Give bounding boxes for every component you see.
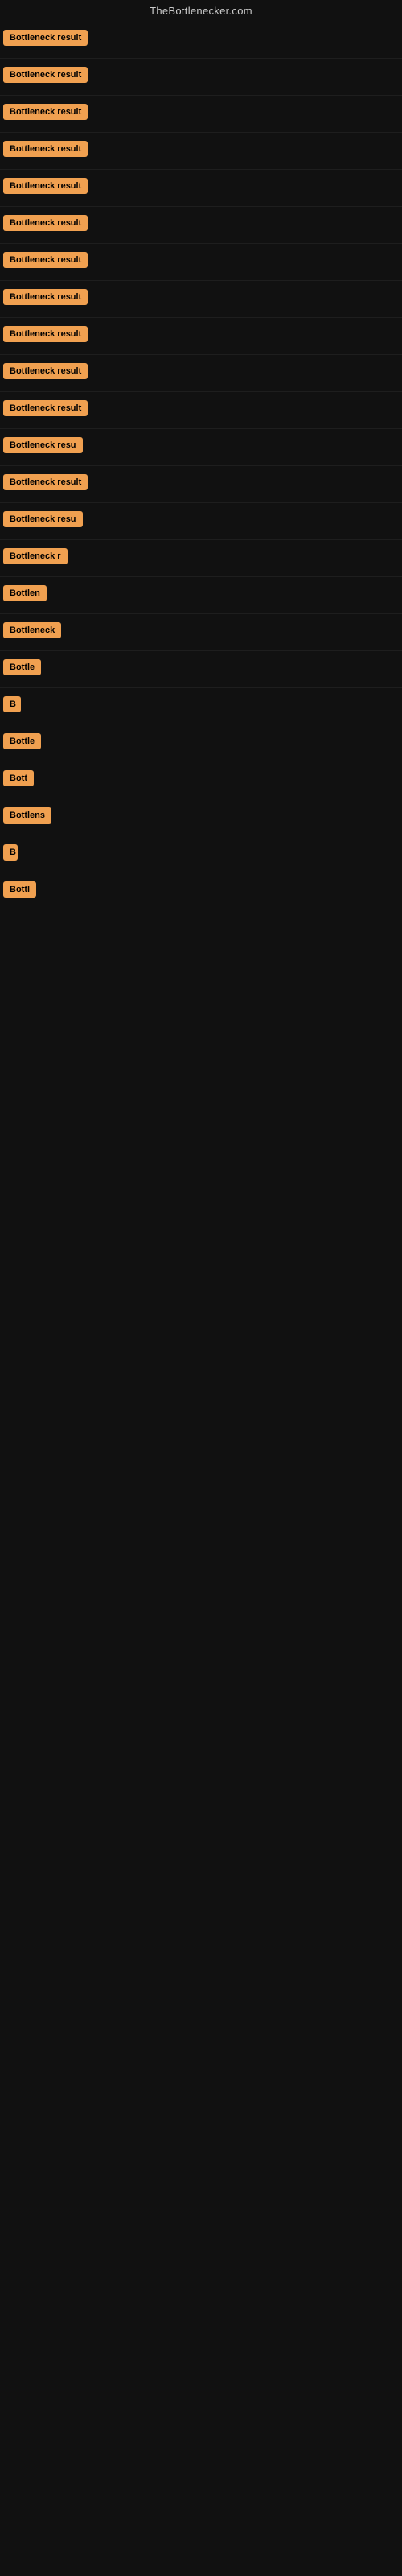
result-row[interactable]: Bottleneck result	[0, 392, 402, 429]
bottleneck-badge[interactable]: Bottleneck r	[3, 548, 68, 564]
bottleneck-badge[interactable]: Bottlen	[3, 585, 47, 601]
bottleneck-badge[interactable]: B	[3, 696, 21, 712]
result-row[interactable]: Bottleneck resu	[0, 503, 402, 540]
result-row[interactable]: Bottlens	[0, 799, 402, 836]
bottleneck-badge[interactable]: Bottleneck result	[3, 252, 88, 268]
result-row[interactable]: Bottleneck result	[0, 170, 402, 207]
bottleneck-badge[interactable]: Bottlens	[3, 807, 51, 824]
bottleneck-badge[interactable]: Bottleneck result	[3, 474, 88, 490]
bottleneck-badge[interactable]: Bottleneck result	[3, 178, 88, 194]
result-row[interactable]: B	[0, 688, 402, 725]
result-row[interactable]: Bottleneck result	[0, 318, 402, 355]
result-row[interactable]: Bottleneck result	[0, 22, 402, 59]
bottleneck-badge[interactable]: Bottleneck result	[3, 104, 88, 120]
bottleneck-badge[interactable]: Bottle	[3, 659, 41, 675]
bottleneck-badge[interactable]: Bottle	[3, 733, 41, 749]
bottleneck-badge[interactable]: Bottleneck result	[3, 326, 88, 342]
result-row[interactable]: Bott	[0, 762, 402, 799]
bottleneck-badge[interactable]: Bott	[3, 770, 34, 786]
result-row[interactable]: Bottleneck result	[0, 355, 402, 392]
result-row[interactable]: Bottle	[0, 651, 402, 688]
result-row[interactable]: Bottl	[0, 873, 402, 910]
result-row[interactable]: Bottleneck result	[0, 207, 402, 244]
result-row[interactable]: Bottleneck result	[0, 133, 402, 170]
result-row[interactable]: Bottleneck resu	[0, 429, 402, 466]
bottleneck-badge[interactable]: Bottleneck result	[3, 67, 88, 83]
result-row[interactable]: Bottleneck result	[0, 59, 402, 96]
bottleneck-badge[interactable]: Bottleneck result	[3, 141, 88, 157]
result-row[interactable]: B	[0, 836, 402, 873]
bottleneck-badge[interactable]: Bottleneck result	[3, 30, 88, 46]
site-title: TheBottlenecker.com	[0, 0, 402, 22]
result-row[interactable]: Bottleneck r	[0, 540, 402, 577]
result-row[interactable]: Bottleneck	[0, 614, 402, 651]
bottleneck-badge[interactable]: Bottleneck result	[3, 215, 88, 231]
bottleneck-badge[interactable]: Bottl	[3, 881, 36, 898]
bottleneck-badge[interactable]: Bottleneck resu	[3, 437, 83, 453]
bottleneck-badge[interactable]: Bottleneck result	[3, 400, 88, 416]
bottleneck-badge[interactable]: B	[3, 844, 18, 861]
result-row[interactable]: Bottleneck result	[0, 281, 402, 318]
results-container: Bottleneck result Bottleneck result Bottle…	[0, 22, 402, 910]
result-row[interactable]: Bottleneck result	[0, 244, 402, 281]
bottleneck-badge[interactable]: Bottleneck result	[3, 363, 88, 379]
result-row[interactable]: Bottle	[0, 725, 402, 762]
result-row[interactable]: Bottleneck result	[0, 466, 402, 503]
result-row[interactable]: Bottlen	[0, 577, 402, 614]
bottleneck-badge[interactable]: Bottleneck result	[3, 289, 88, 305]
bottleneck-badge[interactable]: Bottleneck	[3, 622, 61, 638]
result-row[interactable]: Bottleneck result	[0, 96, 402, 133]
bottleneck-badge[interactable]: Bottleneck resu	[3, 511, 83, 527]
